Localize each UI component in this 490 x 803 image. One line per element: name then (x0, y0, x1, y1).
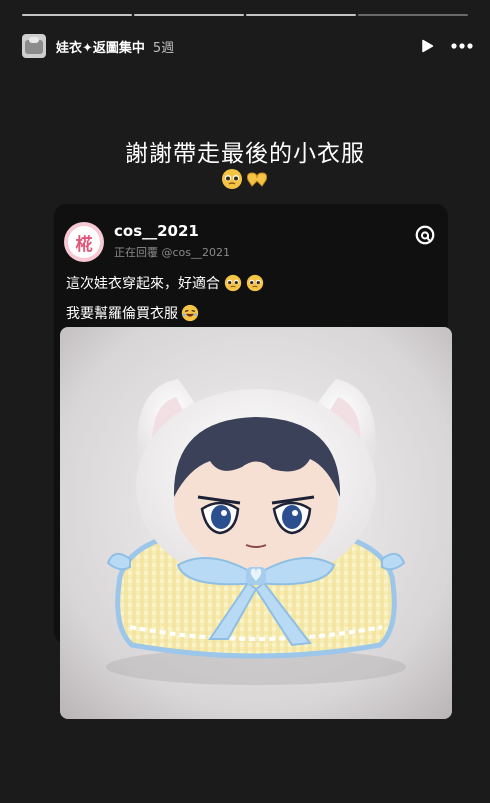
story-caption: 謝謝帶走最後的小衣服 (125, 141, 365, 167)
post-author-avatar[interactable]: 椛 (64, 222, 104, 262)
threads-icon (415, 225, 435, 245)
progress-segment (358, 14, 468, 16)
post-text-line-1: 這次娃衣穿起來，好適合 (66, 273, 264, 293)
rolling-laughing-face-emoji-icon (181, 304, 199, 322)
pleading-face-emoji-icon (222, 169, 242, 189)
more-options-icon[interactable] (450, 39, 474, 53)
post-time: 5週 (152, 40, 175, 56)
progress-segment (22, 14, 132, 16)
pleading-face-emoji-icon (224, 274, 242, 292)
story-progress-bar (22, 14, 468, 16)
post-author-avatar-char: 椛 (68, 226, 100, 258)
post-text-line-1-text: 這次娃衣穿起來，好適合 (66, 276, 220, 292)
heart-hands-emoji-icon (247, 172, 267, 187)
pleading-face-emoji-icon (246, 274, 264, 292)
play-icon[interactable] (420, 39, 434, 53)
progress-segment (134, 14, 244, 16)
account-name[interactable]: 娃衣✦返圖集中 (56, 37, 145, 56)
post-author-username[interactable]: cos__2021 (114, 222, 199, 240)
story-header: 娃衣✦返圖集中 5週 (22, 30, 474, 62)
plush-doll-photo-image (60, 327, 452, 719)
post-photo[interactable] (60, 327, 452, 719)
caption-emojis (0, 168, 490, 190)
account-avatar[interactable] (22, 34, 46, 58)
progress-segment (246, 14, 356, 16)
reply-context: 正在回覆 @cos__2021 (114, 246, 230, 259)
post-text-line-2-text: 我要幫羅倫買衣服 (66, 306, 178, 322)
post-text-line-2: 我要幫羅倫買衣服 (66, 303, 199, 323)
